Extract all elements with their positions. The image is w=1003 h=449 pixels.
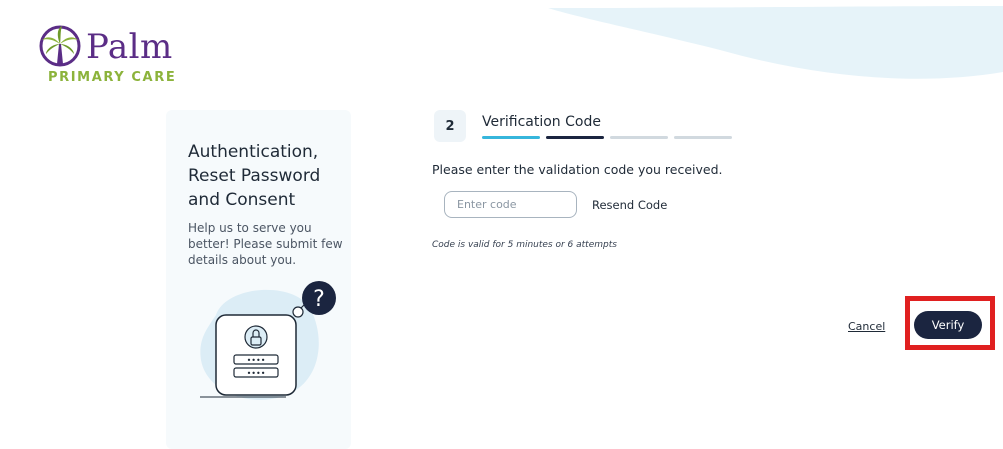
progress-segment-2 — [546, 136, 604, 139]
logo-tagline: PRIMARY CARE — [48, 70, 177, 85]
palm-primary-care-logo: Palm PRIMARY CARE — [36, 22, 186, 92]
step-number-badge: 2 — [434, 110, 466, 142]
authentication-illustration: •••• •••• ? — [200, 281, 336, 400]
cancel-link[interactable]: Cancel — [848, 320, 885, 333]
step-title: Verification Code — [482, 114, 601, 130]
info-panel: Authentication, Reset Password and Conse… — [166, 110, 351, 449]
svg-text:••••: •••• — [247, 356, 266, 365]
verify-button[interactable]: Verify — [914, 311, 982, 339]
svg-text:••••: •••• — [247, 369, 266, 378]
resend-code-link[interactable]: Resend Code — [592, 198, 667, 212]
code-validity-hint: Code is valid for 5 minutes or 6 attempt… — [432, 240, 617, 250]
info-panel-description: Help us to serve you better! Please subm… — [188, 221, 343, 267]
instruction-text: Please enter the validation code you rec… — [432, 162, 723, 177]
info-panel-title: Authentication, Reset Password and Conse… — [188, 142, 321, 210]
logo-wordmark: Palm — [86, 27, 173, 67]
verification-code-input[interactable] — [444, 191, 577, 218]
progress-segment-1 — [482, 136, 540, 139]
svg-text:?: ? — [313, 287, 325, 312]
palm-tree-icon — [39, 25, 81, 67]
progress-segment-4 — [674, 136, 732, 139]
step-progress-bar — [482, 136, 732, 139]
progress-segment-3 — [610, 136, 668, 139]
